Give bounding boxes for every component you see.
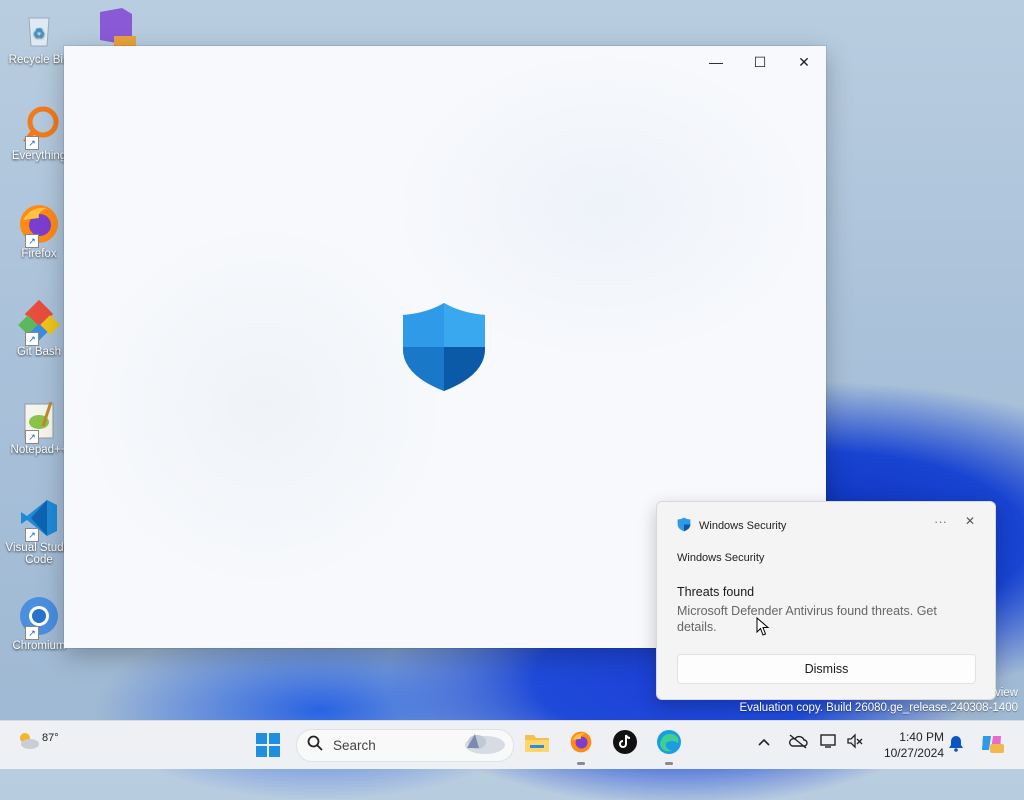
minimize-button[interactable]: — <box>694 46 738 78</box>
shortcut-arrow-icon: ↗ <box>25 136 39 150</box>
running-indicator <box>577 762 585 765</box>
notification-bell-icon[interactable] <box>948 734 964 755</box>
shield-icon <box>677 517 691 535</box>
network-icon[interactable] <box>820 733 838 752</box>
taskbar: 87° Search 1:40 PM 10/27/2024 <box>0 720 1024 769</box>
shortcut-arrow-icon: ↗ <box>25 626 39 640</box>
taskbar-edge[interactable] <box>656 729 682 765</box>
folder-icon <box>524 731 550 758</box>
close-button[interactable]: ✕ <box>782 46 826 78</box>
taskbar-tiktok[interactable] <box>612 729 638 759</box>
watermark-line-1: view <box>994 687 1018 699</box>
search-highlight-icon <box>459 730 509 761</box>
vscode-icon: ↗ <box>17 496 61 542</box>
firefox-icon <box>569 730 593 759</box>
taskbar-firefox[interactable] <box>568 730 594 765</box>
svg-text:♻: ♻ <box>33 25 46 41</box>
toast-body[interactable]: Microsoft Defender Antivirus found threa… <box>677 603 967 635</box>
copilot-icon[interactable] <box>980 732 1004 757</box>
edge-icon <box>656 729 682 760</box>
mouse-cursor-icon <box>756 616 770 642</box>
start-button[interactable] <box>256 733 280 762</box>
search-icon <box>307 735 323 756</box>
watermark-line-2: Evaluation copy. Build 26080.ge_release.… <box>739 702 1018 714</box>
onedrive-offline-icon[interactable] <box>788 733 808 752</box>
close-icon: ✕ <box>798 53 810 70</box>
volume-muted-icon[interactable] <box>846 733 864 752</box>
minimize-icon: — <box>709 54 723 70</box>
weather-widget[interactable]: 87° <box>16 729 59 754</box>
recycle-bin-icon: ♻ <box>17 8 61 52</box>
weather-temperature: 87° <box>42 731 59 744</box>
running-indicator <box>665 762 673 765</box>
git-bash-icon: ↗ <box>17 299 61 346</box>
evaluation-watermark: view Evaluation copy. Build 26080.ge_rel… <box>739 686 1018 716</box>
window-controls: — ☐ ✕ <box>694 46 826 78</box>
clock-date: 10/27/2024 <box>883 746 944 760</box>
toast-app-name: Windows Security <box>699 520 787 532</box>
maximize-icon: ☐ <box>753 53 767 70</box>
taskbar-file-explorer[interactable] <box>524 731 550 757</box>
toast-subtitle: Windows Security <box>677 552 765 564</box>
dismiss-button[interactable]: Dismiss <box>677 654 976 684</box>
shortcut-arrow-icon: ↗ <box>25 332 39 346</box>
windows-logo-icon <box>256 733 280 761</box>
toast-close-icon[interactable]: ✕ <box>965 514 975 528</box>
taskbar-search[interactable]: Search <box>296 729 514 762</box>
windows-security-shield-icon <box>399 301 489 393</box>
security-toast-notification[interactable]: Windows Security ··· ✕ Windows Security … <box>656 501 996 700</box>
everything-icon: ↗ <box>17 104 61 150</box>
tiktok-icon <box>613 729 637 759</box>
search-label: Search <box>333 738 376 753</box>
show-hidden-icons-chevron-icon[interactable] <box>758 735 770 750</box>
shortcut-arrow-icon: ↗ <box>25 430 39 444</box>
chromium-icon: ↗ <box>17 594 61 640</box>
shortcut-arrow-icon: ↗ <box>25 528 39 542</box>
shortcut-arrow-icon: ↗ <box>25 234 39 248</box>
weather-cloud-sun-icon <box>16 729 40 754</box>
maximize-button[interactable]: ☐ <box>738 46 782 78</box>
visual-studio-icon <box>92 6 136 50</box>
taskbar-clock[interactable]: 1:40 PM 10/27/2024 <box>872 729 944 761</box>
clock-time: 1:40 PM <box>899 730 944 744</box>
firefox-icon: ↗ <box>17 202 61 248</box>
more-options-icon[interactable]: ··· <box>934 514 947 529</box>
notepad-plus-plus-icon: ↗ <box>17 398 61 444</box>
toast-title: Threats found <box>677 585 755 599</box>
